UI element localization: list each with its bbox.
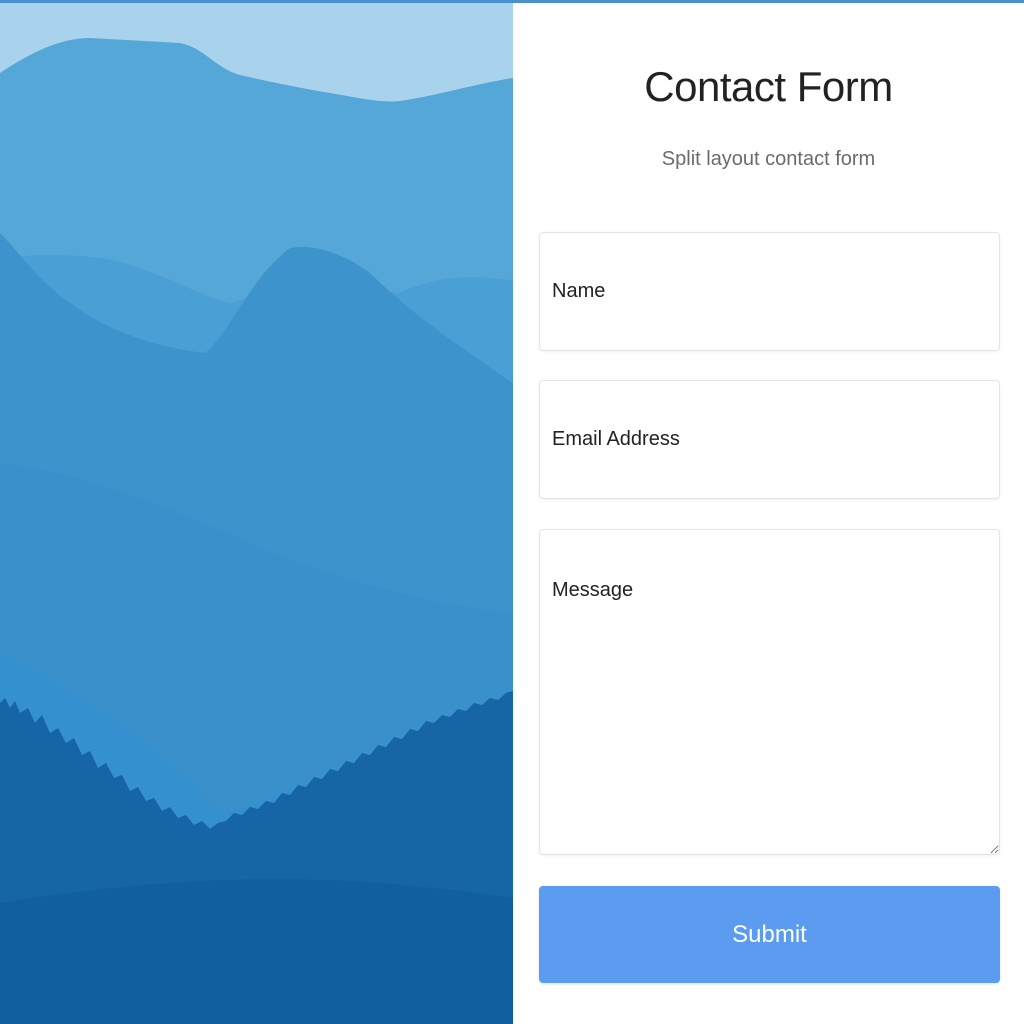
message-textarea[interactable]: [539, 529, 1000, 855]
form-title: Contact Form: [644, 63, 893, 110]
email-input[interactable]: [539, 380, 1000, 499]
form-subtitle: Split layout contact form: [661, 148, 876, 170]
contact-form-panel: Contact Form Split layout contact form S…: [513, 3, 1024, 1024]
foreground-forest: [0, 879, 513, 1024]
hero-image: [0, 3, 513, 1024]
name-input[interactable]: [539, 232, 1000, 351]
submit-button[interactable]: Submit: [539, 886, 1000, 983]
mountain-landscape-illustration: [0, 3, 513, 1024]
